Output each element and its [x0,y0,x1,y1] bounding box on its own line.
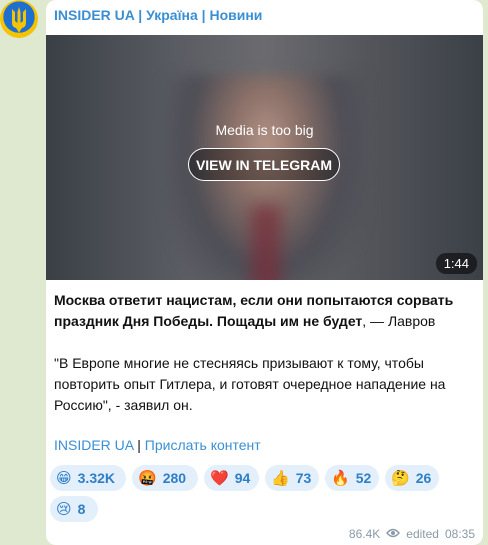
grin-emoji-icon: 😁 [56,469,72,487]
reaction-grin[interactable]: 😁 3.32K [50,465,126,491]
channel-link[interactable]: INSIDER UA [54,437,133,453]
media-too-big-notice: Media is too big [215,122,314,138]
reaction-thinking[interactable]: 🤔 26 [385,465,439,491]
thumbs-up-icon: 👍 [271,469,290,487]
heart-icon: ❤️ [210,469,229,487]
eye-icon [386,527,401,541]
video-duration: 1:44 [435,253,477,274]
link-separator: | [133,437,145,453]
fire-icon: 🔥 [331,469,350,487]
submit-content-link[interactable]: Прислать контент [145,437,261,453]
reaction-thumbs-up[interactable]: 👍 73 [265,465,319,491]
trident-icon [12,7,26,33]
swearing-emoji-icon: 🤬 [138,469,157,487]
view-count: 86.4K [348,527,381,541]
post-links: INSIDER UA | Прислать контент [54,437,261,453]
reaction-sad[interactable]: 😢 8 [50,496,98,522]
post-quote: "В Европе многие не стесняясь призывают … [54,355,446,413]
video-preview[interactable]: Media is too big VIEW IN TELEGRAM 1:44 [46,35,483,280]
sad-emoji-icon: 😢 [56,500,72,518]
channel-name[interactable]: INSIDER UA | Україна | Новини [54,7,262,23]
channel-avatar[interactable] [0,0,38,38]
reaction-fire[interactable]: 🔥 52 [325,465,379,491]
message-meta: 86.4K edited 08:35 [349,527,475,541]
post-headline: Москва ответит нацистам, если они попыта… [54,290,473,332]
message-time: 08:35 [444,527,475,541]
edited-label: edited [406,527,439,541]
headline-tail: , — Лавров [362,313,436,329]
reaction-count: 73 [295,470,312,486]
reaction-count: 26 [415,470,432,486]
view-in-telegram-button[interactable]: VIEW IN TELEGRAM [188,148,340,181]
reaction-count: 280 [162,470,187,486]
reaction-swearing[interactable]: 🤬 280 [132,465,198,491]
reaction-heart[interactable]: ❤️ 94 [204,465,259,491]
thinking-emoji-icon: 🤔 [391,469,410,487]
reaction-count: 94 [234,470,251,486]
reaction-count: 8 [77,501,86,517]
blurred-video-detail [251,205,281,280]
message-bubble: INSIDER UA | Україна | Новини Media is t… [46,0,483,545]
reaction-count: 52 [355,470,372,486]
reaction-count: 3.32K [77,470,115,486]
